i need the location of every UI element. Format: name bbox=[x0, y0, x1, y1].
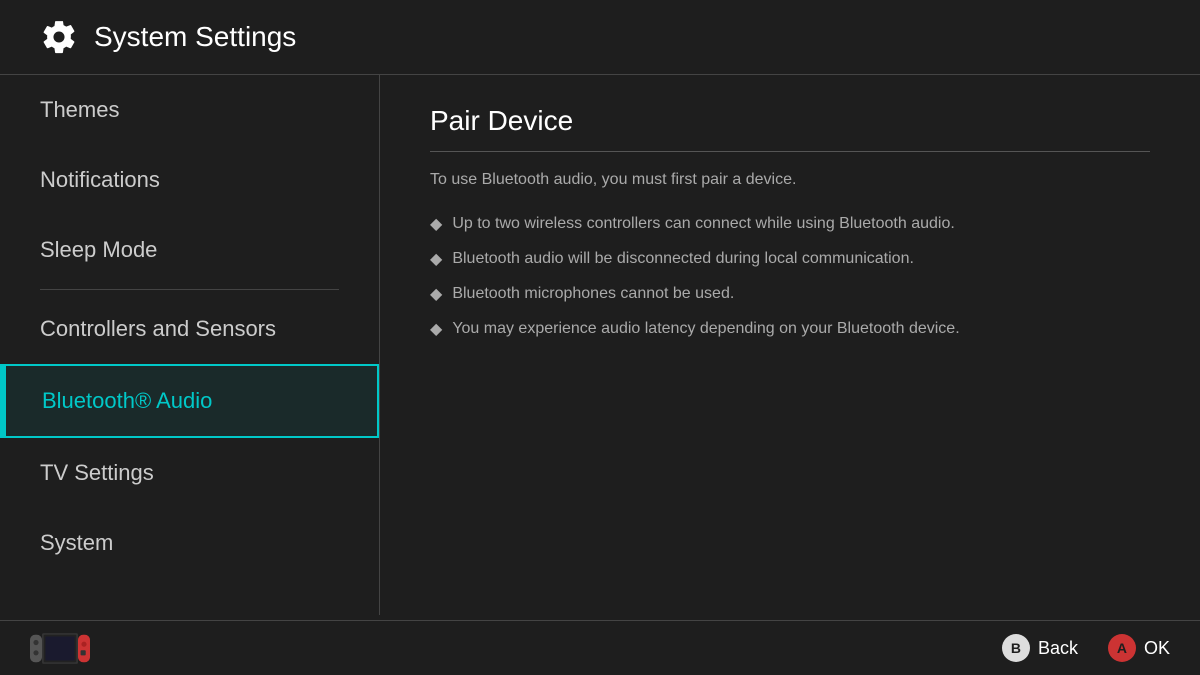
ok-button[interactable]: A OK bbox=[1108, 634, 1170, 662]
b-button-circle: B bbox=[1002, 634, 1030, 662]
bottom-buttons: B Back A OK bbox=[1002, 634, 1170, 662]
bullet-item-1: ◆ Up to two wireless controllers can con… bbox=[430, 212, 1150, 237]
content-bullets-list: ◆ Up to two wireless controllers can con… bbox=[430, 212, 1150, 342]
bullet-item-2: ◆ Bluetooth audio will be disconnected d… bbox=[430, 247, 1150, 272]
ok-label: OK bbox=[1144, 638, 1170, 659]
main-layout: Themes Notifications Sleep Mode Controll… bbox=[0, 75, 1200, 615]
bullet-diamond-2: ◆ bbox=[430, 248, 442, 272]
bullet-diamond-1: ◆ bbox=[430, 213, 442, 237]
bottom-bar: B Back A OK bbox=[0, 620, 1200, 675]
back-button[interactable]: B Back bbox=[1002, 634, 1078, 662]
settings-gear-icon bbox=[40, 18, 78, 56]
back-label: Back bbox=[1038, 638, 1078, 659]
a-button-circle: A bbox=[1108, 634, 1136, 662]
sidebar-item-themes[interactable]: Themes bbox=[0, 75, 379, 145]
content-title: Pair Device bbox=[430, 105, 1150, 152]
bullet-item-4: ◆ You may experience audio latency depen… bbox=[430, 317, 1150, 342]
sidebar-item-system[interactable]: System bbox=[0, 508, 379, 578]
sidebar-item-tv-settings[interactable]: TV Settings bbox=[0, 438, 379, 508]
content-description: To use Bluetooth audio, you must first p… bbox=[430, 168, 1150, 192]
console-icon bbox=[30, 631, 90, 666]
sidebar-item-notifications[interactable]: Notifications bbox=[0, 145, 379, 215]
sidebar-item-controllers-and-sensors[interactable]: Controllers and Sensors bbox=[0, 294, 379, 364]
page-title: System Settings bbox=[94, 21, 296, 53]
bullet-diamond-3: ◆ bbox=[430, 283, 442, 307]
sidebar-item-sleep-mode[interactable]: Sleep Mode bbox=[0, 215, 379, 285]
bullet-diamond-4: ◆ bbox=[430, 318, 442, 342]
sidebar-item-bluetooth-audio[interactable]: Bluetooth® Audio bbox=[0, 364, 379, 438]
content-area: Pair Device To use Bluetooth audio, you … bbox=[380, 75, 1200, 615]
bullet-item-3: ◆ Bluetooth microphones cannot be used. bbox=[430, 282, 1150, 307]
sidebar: Themes Notifications Sleep Mode Controll… bbox=[0, 75, 380, 615]
sidebar-divider bbox=[40, 289, 339, 290]
switch-console-icon bbox=[30, 631, 90, 666]
header: System Settings bbox=[0, 0, 1200, 75]
